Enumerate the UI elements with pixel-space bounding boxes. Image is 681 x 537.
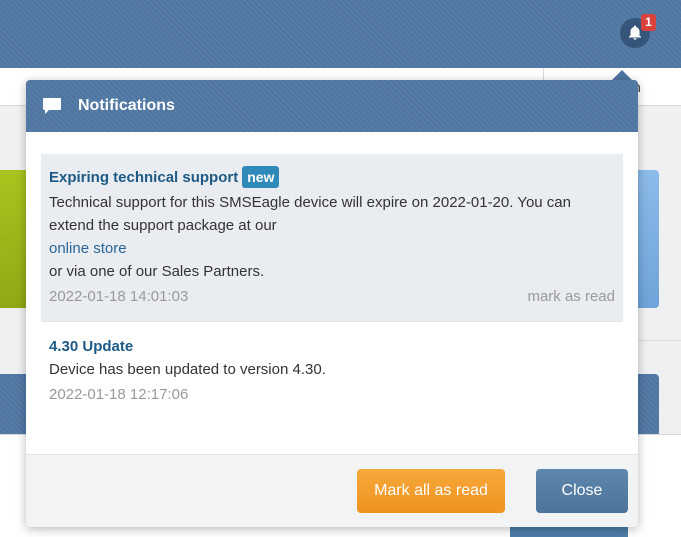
online-store-link[interactable]: online store (49, 237, 615, 260)
mark-as-read-link[interactable]: mark as read (527, 287, 615, 307)
notification-meta: 2022-01-18 14:01:03 mark as read (49, 287, 615, 307)
notification-meta: 2022-01-18 12:17:06 (49, 385, 615, 405)
notifications-popover: Notifications Expiring technical support… (26, 80, 638, 527)
notifications-list: Expiring technical support new Technical… (26, 132, 638, 474)
close-button[interactable]: Close (536, 469, 628, 513)
notification-title: Expiring technical support (49, 168, 239, 186)
notification-item: 4.30 Update Device has been updated to v… (41, 321, 623, 419)
new-badge: new (242, 166, 280, 188)
popover-footer: Mark all as read Close (26, 454, 638, 527)
notification-timestamp: 2022-01-18 14:01:03 (49, 288, 189, 305)
notification-title-row: 4.30 Update (49, 338, 615, 355)
top-navigation-bar (0, 0, 681, 68)
notification-title: 4.30 Update (49, 338, 134, 355)
mark-all-as-read-button[interactable]: Mark all as read (357, 469, 505, 513)
notification-item: Expiring technical support new Technical… (41, 154, 623, 321)
notification-title-row: Expiring technical support new (49, 166, 615, 188)
popover-arrow (612, 70, 632, 80)
notification-text-after: or via one of our Sales Partners. (49, 263, 265, 280)
chat-icon (43, 98, 61, 114)
notification-count-badge: 1 (641, 14, 656, 31)
notification-text: Technical support for this SMSEagle devi… (49, 194, 571, 234)
notification-text: Device has been updated to version 4.30. (49, 361, 326, 378)
popover-title: Notifications (78, 97, 175, 114)
popover-header: Notifications (26, 80, 638, 132)
background-divider (636, 340, 681, 341)
background-panel-header-right (636, 374, 659, 434)
notification-timestamp: 2022-01-18 12:17:06 (49, 386, 189, 403)
